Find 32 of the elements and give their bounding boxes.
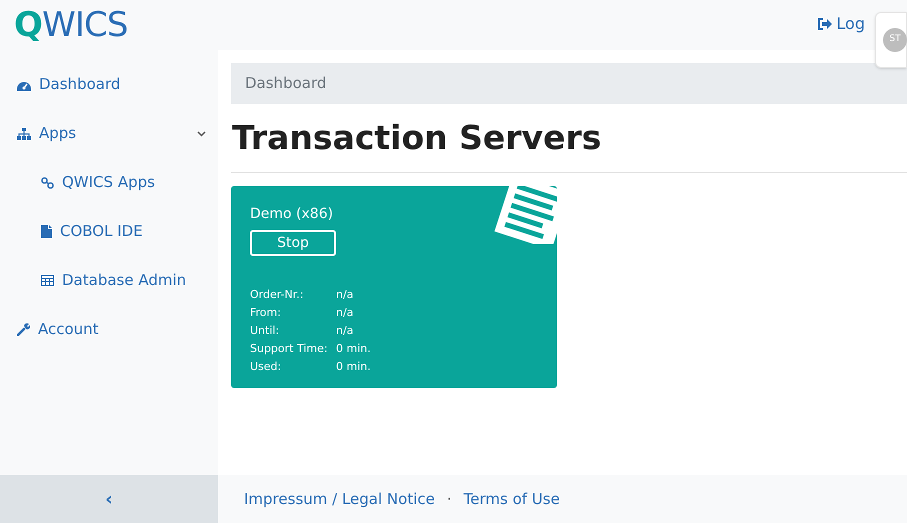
sidebar-collapse-button[interactable]: ‹ bbox=[0, 475, 218, 523]
wrench-icon bbox=[17, 323, 30, 336]
footer-link[interactable]: Impressum / Legal Notice bbox=[244, 488, 435, 510]
logout-icon bbox=[818, 18, 832, 30]
sidebar-item[interactable]: COBOL IDE bbox=[0, 207, 218, 256]
breadcrumb-item[interactable]: Dashboard bbox=[245, 72, 326, 95]
field-label: Until: bbox=[250, 323, 280, 339]
field-value: n/a bbox=[336, 305, 354, 321]
file-icon bbox=[41, 225, 52, 238]
field-value: 0 min. bbox=[336, 341, 372, 357]
sitemap-icon bbox=[17, 128, 31, 140]
field-label: Used: bbox=[250, 359, 282, 375]
field-value: n/a bbox=[336, 287, 354, 303]
logout-link[interactable]: Log bbox=[818, 13, 865, 35]
page-title: Transaction Servers bbox=[231, 117, 602, 159]
sidebar-item[interactable]: Database Admin bbox=[0, 256, 218, 305]
field-label: Support Time: bbox=[250, 341, 329, 357]
table-icon bbox=[41, 275, 54, 286]
logo[interactable]: QWICS bbox=[14, 8, 128, 42]
sidebar-item[interactable]: Account bbox=[0, 305, 218, 354]
footer-link[interactable]: Terms of Use bbox=[464, 488, 560, 510]
sidebar-item[interactable]: QWICS Apps bbox=[0, 158, 218, 207]
field-label: From: bbox=[250, 305, 282, 321]
sidebar-item[interactable]: Apps bbox=[0, 109, 218, 158]
server-name: Demo (x86) bbox=[250, 205, 334, 224]
separator-dot: · bbox=[446, 488, 452, 510]
field-value: n/a bbox=[336, 323, 354, 339]
link-icon bbox=[41, 176, 54, 188]
sidebar-item[interactable]: Dashboard bbox=[0, 60, 218, 109]
field-value: 0 min. bbox=[336, 359, 372, 375]
stop-button[interactable]: Stop bbox=[250, 230, 336, 256]
field-label: Order-Nr.: bbox=[250, 287, 304, 303]
